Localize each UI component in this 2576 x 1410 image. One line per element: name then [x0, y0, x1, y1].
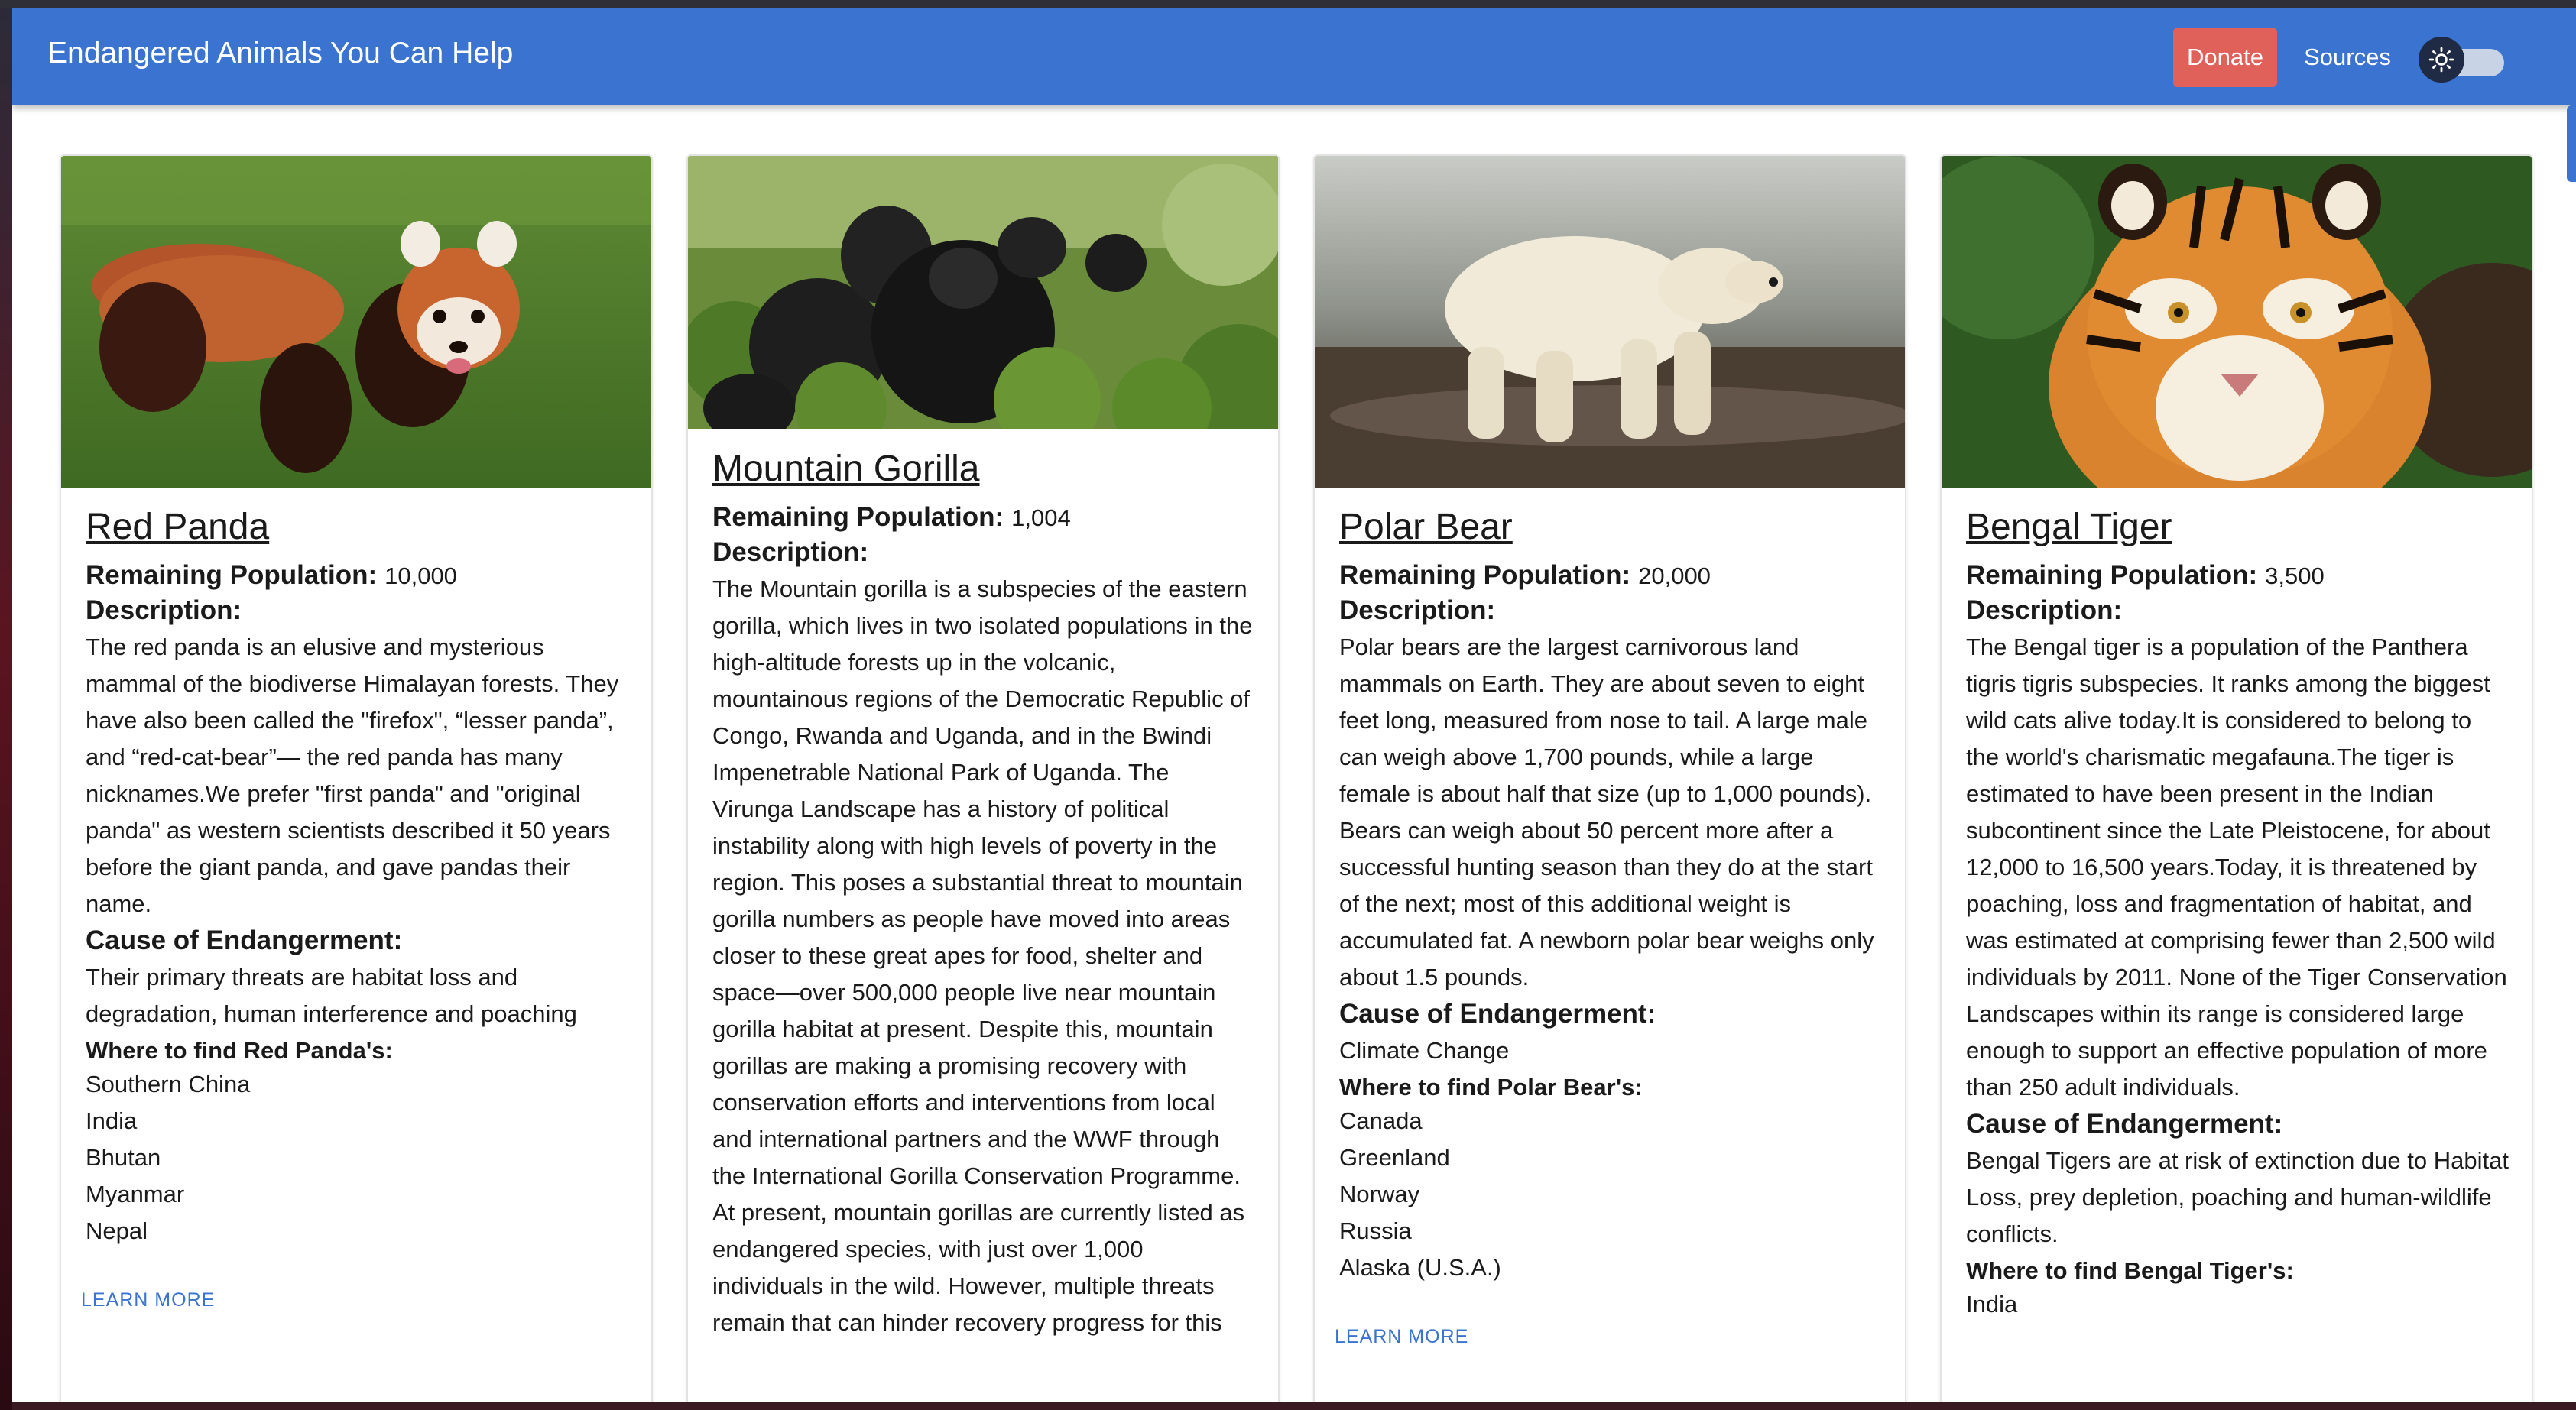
cause-label: Cause of Endangerment: — [1966, 1109, 2283, 1139]
animal-name[interactable]: Red Panda — [86, 506, 628, 548]
animal-name[interactable]: Mountain Gorilla — [712, 448, 1255, 490]
population-line: Remaining Population: 20,000 — [1339, 560, 1882, 591]
mountain-gorilla-photo — [688, 156, 1278, 429]
theme-toggle[interactable] — [2419, 37, 2510, 83]
learn-more-button[interactable]: LEARN MORE — [81, 1289, 628, 1311]
animal-card-polar-bear: Polar Bear Remaining Population: 20,000 D… — [1313, 154, 1906, 1402]
cause-label: Cause of Endangerment: — [1339, 999, 1656, 1029]
desktop-background — [0, 0, 12, 1410]
app-title: Endangered Animals You Can Help — [47, 37, 514, 70]
animal-name[interactable]: Bengal Tiger — [1966, 506, 2509, 548]
card-body: Polar Bear Remaining Population: 20,000 D… — [1335, 506, 1882, 1348]
description-label: Description: — [1339, 595, 1496, 625]
location-item: India — [86, 1107, 138, 1134]
cause-label: Cause of Endangerment: — [86, 925, 403, 955]
sun-icon — [2428, 47, 2454, 73]
where-label: Where to find Bengal Tiger's: — [1966, 1257, 2294, 1284]
card-body: Red Panda Remaining Population: 10,000 De… — [81, 506, 628, 1311]
location-item: Bhutan — [86, 1144, 161, 1171]
location-item: India — [1966, 1291, 2018, 1318]
location-item: Greenland — [1339, 1144, 1450, 1171]
card-body: Bengal Tiger Remaining Population: 3,500 … — [1966, 506, 2509, 1323]
description-text: The Bengal tiger is a population of the … — [1966, 634, 2507, 1100]
toggle-knob — [2419, 37, 2464, 83]
description-label: Description: — [1966, 595, 2123, 625]
location-item: Southern China — [86, 1071, 251, 1097]
scroll-indicator[interactable] — [2567, 105, 2576, 182]
population-line: Remaining Population: 10,000 — [86, 560, 628, 591]
population-value: 3,500 — [2265, 562, 2325, 589]
animal-card-bengal-tiger: Bengal Tiger Remaining Population: 3,500 … — [1940, 154, 2533, 1402]
population-label: Remaining Population: — [86, 560, 378, 590]
population-line: Remaining Population: 3,500 — [1966, 560, 2509, 591]
location-item: Norway — [1339, 1181, 1420, 1207]
sources-button[interactable]: Sources — [2290, 28, 2405, 87]
location-item: Myanmar — [86, 1181, 185, 1207]
bengal-tiger-photo — [1942, 156, 2532, 488]
app-window: Endangered Animals You Can Help Donate S… — [12, 8, 2576, 1402]
red-panda-photo — [61, 156, 651, 488]
cause-text: Their primary threats are habitat loss a… — [86, 964, 577, 1027]
description-text: The Mountain gorilla is a subspecies of … — [712, 575, 1253, 1336]
description-label: Description: — [712, 537, 869, 567]
location-item: Russia — [1339, 1217, 1412, 1244]
description-text: The red panda is an elusive and mysterio… — [86, 634, 619, 917]
location-item: Alaska (U.S.A.) — [1339, 1254, 1501, 1281]
window-top-strip — [0, 0, 2576, 8]
animal-card-red-panda: Red Panda Remaining Population: 10,000 De… — [60, 154, 653, 1402]
donate-button[interactable]: Donate — [2173, 28, 2277, 87]
cause-text: Bengal Tigers are at risk of extinction … — [1966, 1147, 2509, 1247]
description-label: Description: — [86, 595, 242, 625]
card-body: Mountain Gorilla Remaining Population: 1,… — [712, 448, 1255, 1341]
population-line: Remaining Population: 1,004 — [712, 502, 1255, 533]
location-item: Canada — [1339, 1107, 1423, 1134]
population-value: 1,004 — [1011, 504, 1071, 531]
animal-name[interactable]: Polar Bear — [1339, 506, 1882, 548]
cause-text: Climate Change — [1339, 1037, 1510, 1064]
population-label: Remaining Population: — [712, 502, 1004, 532]
polar-bear-photo — [1315, 156, 1905, 488]
population-label: Remaining Population: — [1339, 560, 1631, 590]
where-label: Where to find Red Panda's: — [86, 1037, 393, 1064]
animal-card-mountain-gorilla: Mountain Gorilla Remaining Population: 1,… — [686, 154, 1280, 1402]
where-label: Where to find Polar Bear's: — [1339, 1074, 1643, 1100]
app-bar: Endangered Animals You Can Help Donate S… — [12, 8, 2576, 105]
population-value: 10,000 — [384, 562, 457, 589]
description-text: Polar bears are the largest carnivorous … — [1339, 634, 1874, 990]
location-item: Nepal — [86, 1217, 148, 1244]
population-label: Remaining Population: — [1966, 560, 2258, 590]
population-value: 20,000 — [1638, 562, 1711, 589]
learn-more-button[interactable]: LEARN MORE — [1335, 1326, 1882, 1348]
